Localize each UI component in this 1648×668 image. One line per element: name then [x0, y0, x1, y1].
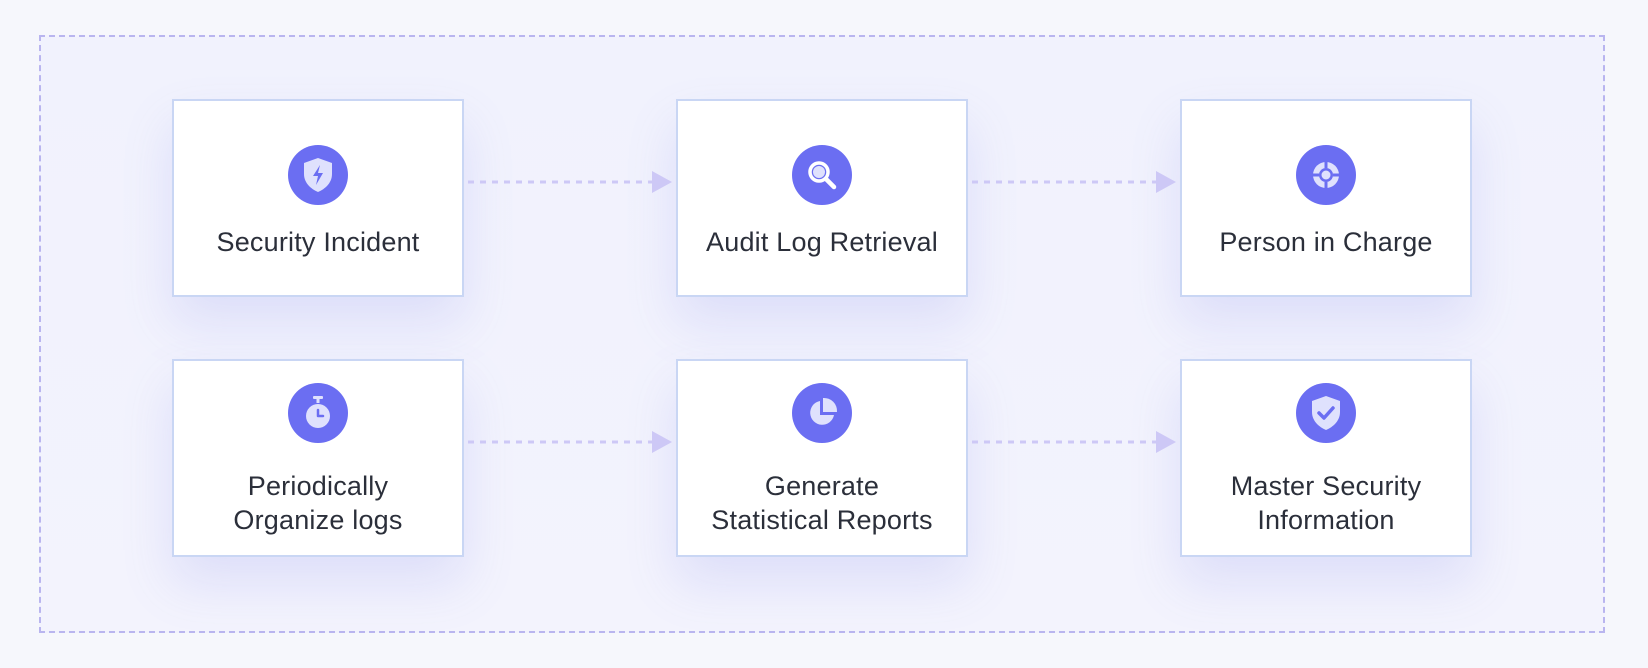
node-security-incident[interactable]: Security Incident — [172, 99, 464, 297]
target-icon — [1296, 145, 1356, 205]
node-label: Audit Log Retrieval — [706, 227, 938, 257]
edge-periodically-organize-logs-to-generate-statistical-reports — [468, 431, 672, 453]
node-audit-log-retrieval[interactable]: Audit Log Retrieval — [676, 99, 968, 297]
pie-chart-icon — [792, 383, 852, 443]
node-label: Security Incident — [216, 227, 420, 257]
node-label: Periodically Organize logs — [233, 471, 403, 535]
edge-generate-statistical-reports-to-master-security-information — [972, 431, 1176, 453]
shield-bolt-icon — [288, 145, 348, 205]
node-master-security-information[interactable]: Master Security Information — [1180, 359, 1472, 557]
stopwatch-icon — [288, 383, 348, 443]
magnifier-icon — [792, 145, 852, 205]
node-label: Master Security Information — [1230, 471, 1422, 535]
node-label: Generate Statistical Reports — [711, 471, 933, 535]
node-periodically-organize-logs[interactable]: Periodically Organize logs — [172, 359, 464, 557]
shield-check-icon — [1296, 383, 1356, 443]
node-label: Person in Charge — [1219, 227, 1433, 257]
edge-security-incident-to-audit-log-retrieval — [468, 171, 672, 193]
edge-audit-log-retrieval-to-person-in-charge — [972, 171, 1176, 193]
node-person-in-charge[interactable]: Person in Charge — [1180, 99, 1472, 297]
node-generate-statistical-reports[interactable]: Generate Statistical Reports — [676, 359, 968, 557]
